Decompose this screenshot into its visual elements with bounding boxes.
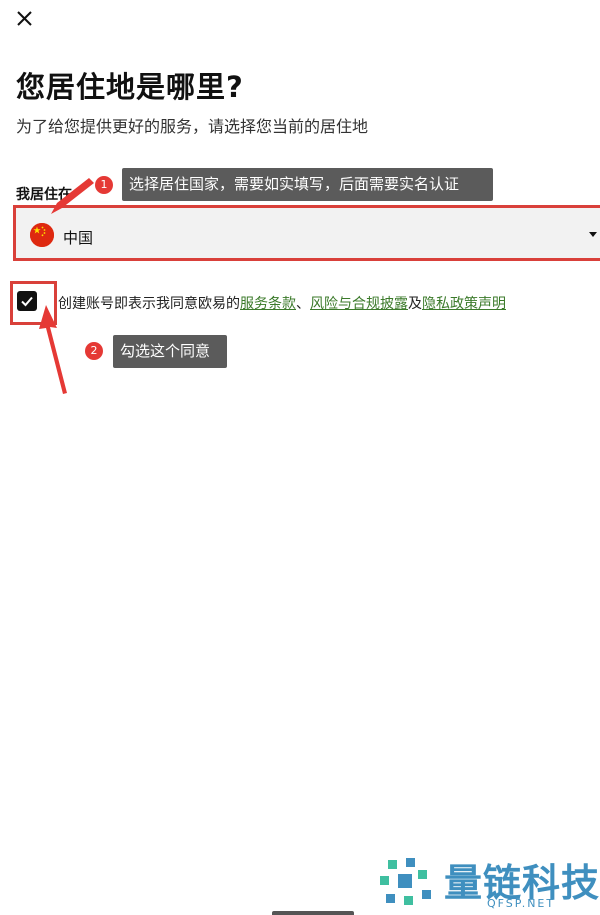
country-select-value: 中国 [63, 229, 94, 247]
annotation-arrows [39, 178, 94, 394]
checkmark-icon [21, 296, 33, 307]
agreement-prefix: 创建账号即表示我同意欧易的 [58, 296, 240, 312]
agreement-conjunction: 及 [408, 296, 422, 312]
page-subtitle: 为了给您提供更好的服务，请选择您当前的居住地 [16, 117, 369, 136]
step-2-badge: 2 [85, 342, 103, 360]
home-indicator [272, 911, 354, 915]
watermark-logo [380, 858, 431, 905]
watermark-domain: QFSP.NET [487, 897, 556, 910]
page-title: 您居住地是哪里? [16, 70, 244, 104]
step-2-tooltip: 勾选这个同意 [113, 335, 227, 368]
terms-link[interactable]: 服务条款 [240, 296, 296, 312]
close-button[interactable] [12, 6, 38, 32]
country-label: 我居住在 [16, 187, 72, 203]
close-icon [17, 11, 32, 26]
step-1-badge: 1 [95, 176, 113, 194]
caret-down-icon [589, 232, 597, 237]
china-flag-icon [30, 223, 54, 247]
step-1-tooltip: 选择居住国家，需要如实填写，后面需要实名认证 [122, 168, 493, 201]
agreement-text: 创建账号即表示我同意欧易的服务条款、风险与合规披露及隐私政策声明 [58, 293, 506, 313]
agree-checkbox[interactable] [17, 291, 37, 311]
risk-disclosure-link[interactable]: 风险与合规披露 [310, 296, 408, 312]
agreement-separator: 、 [296, 296, 310, 312]
privacy-policy-link[interactable]: 隐私政策声明 [422, 296, 506, 312]
country-select[interactable]: 中国 [13, 205, 600, 261]
